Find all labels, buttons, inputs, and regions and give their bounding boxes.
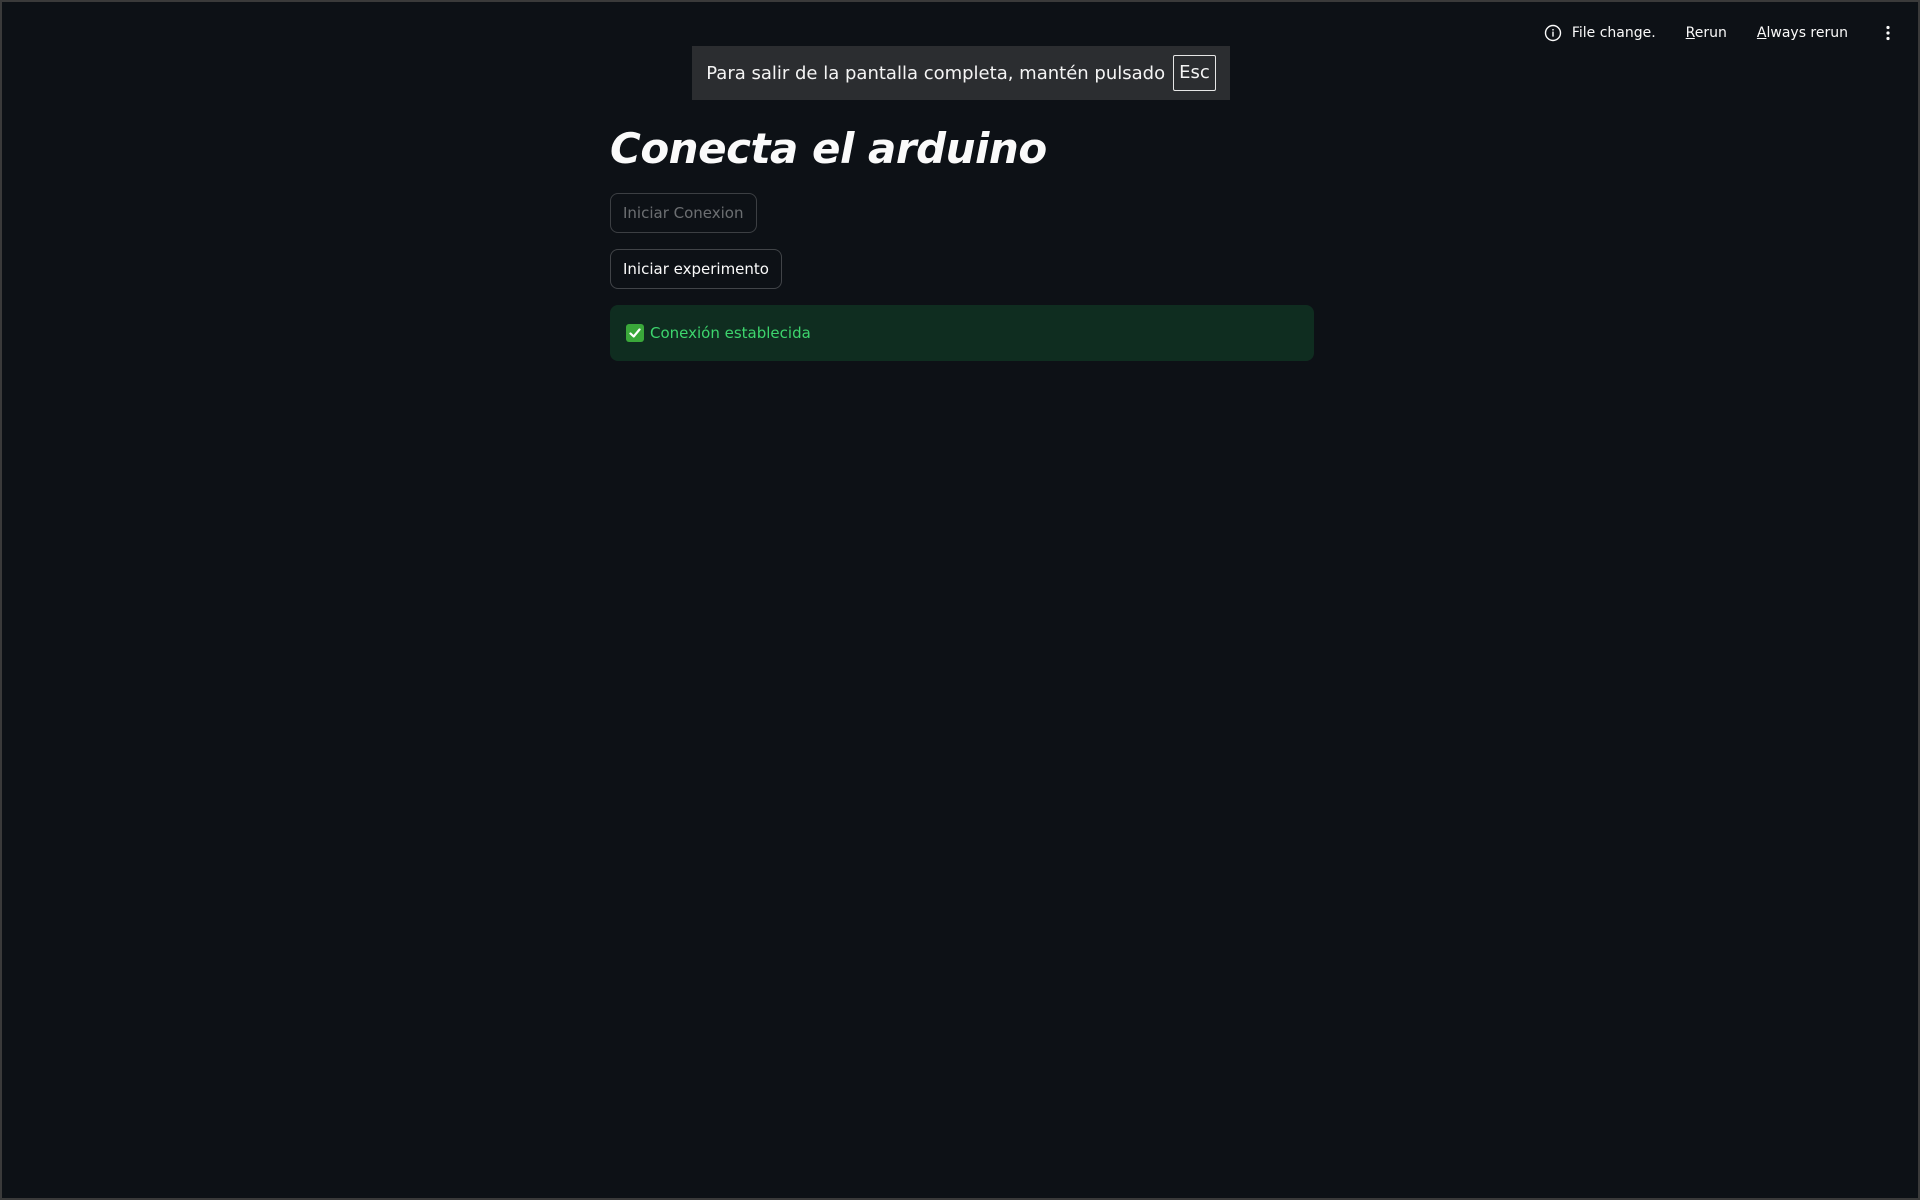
success-alert-text: Conexión establecida [650, 324, 811, 342]
fullscreen-notice-text: Para salir de la pantalla completa, mant… [706, 62, 1166, 84]
always-rerun-button[interactable]: Always rerun [1757, 25, 1848, 41]
file-change-status: File change. [1544, 24, 1656, 42]
rerun-button[interactable]: Rerun [1686, 25, 1727, 41]
main-content: Conecta el arduino Iniciar Conexion Inic… [610, 120, 1314, 361]
status-toolbar: File change. Rerun Always rerun [1544, 23, 1896, 43]
kebab-menu-icon[interactable] [1880, 23, 1896, 43]
app-window: File change. Rerun Always rerun Para sal… [0, 0, 1920, 1200]
check-mark-icon [626, 324, 644, 342]
fullscreen-exit-notice: Para salir de la pantalla completa, mant… [692, 46, 1230, 100]
page-title: Conecta el arduino [610, 124, 1047, 173]
success-alert: Conexión establecida [610, 305, 1314, 361]
start-connection-button[interactable]: Iniciar Conexion [610, 193, 757, 233]
status-text: File change. [1571, 25, 1656, 41]
info-circle-icon [1544, 24, 1562, 42]
esc-key-badge: Esc [1173, 55, 1216, 91]
start-experiment-button[interactable]: Iniciar experimento [610, 249, 782, 289]
